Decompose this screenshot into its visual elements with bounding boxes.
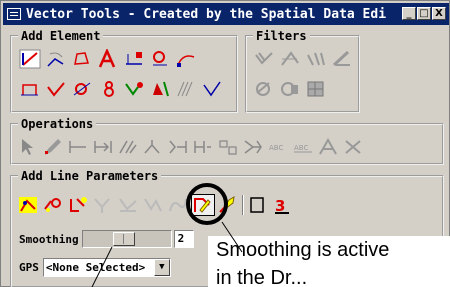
filters-label: Filters: [256, 29, 307, 43]
filter-lines-icon[interactable]: [253, 49, 275, 69]
filter-angle-icon[interactable]: [279, 49, 301, 69]
add-element-row1: [19, 49, 197, 69]
smoothing-slider-thumb[interactable]: [112, 232, 135, 246]
trim-icon[interactable]: [117, 137, 139, 157]
node-icon[interactable]: [317, 137, 339, 157]
toolbar-separator: [242, 195, 244, 215]
maximize-button[interactable]: □: [417, 7, 431, 20]
filters-row2: [253, 79, 327, 99]
hatch-icon[interactable]: [175, 79, 197, 99]
close-button[interactable]: X: [432, 7, 446, 20]
smooth-edit-icon[interactable]: [191, 194, 215, 216]
pencil-icon[interactable]: [42, 137, 64, 157]
line-arc-icon[interactable]: [45, 49, 67, 69]
chevron-down-icon[interactable]: ▼: [153, 259, 170, 276]
edit-node-icon[interactable]: [123, 79, 145, 99]
branch-icon[interactable]: [92, 195, 114, 215]
add-element-label: Add Element: [21, 29, 101, 43]
filter-region-icon[interactable]: [279, 79, 301, 99]
curve-icon[interactable]: [45, 79, 67, 99]
callout-line1: Smoothing is active: [216, 239, 390, 261]
add-vertex-icon[interactable]: [149, 49, 171, 69]
select-arrow-icon[interactable]: [17, 137, 39, 157]
add-element-group: Add Element: [10, 29, 238, 113]
operations-label: Operations: [21, 117, 94, 131]
smoothing-row: Smoothing 2: [19, 230, 194, 248]
smooth-icon[interactable]: [167, 195, 189, 215]
polygon-icon[interactable]: [71, 49, 93, 69]
region-icon[interactable]: [97, 79, 119, 99]
split-icon[interactable]: [67, 137, 89, 157]
smoothing-slider[interactable]: [81, 230, 172, 248]
add-node-icon[interactable]: [123, 49, 145, 69]
text-label-icon[interactable]: [97, 49, 119, 69]
smoothing-label: Smoothing: [19, 232, 79, 246]
gps-label: GPS: [19, 261, 39, 274]
svg-text:ABC: ABC: [294, 144, 308, 152]
filter-grid-icon[interactable]: [305, 79, 327, 99]
title-bar[interactable]: Vector Tools - Created by the Spatial Da…: [3, 3, 449, 25]
snap-icon[interactable]: [167, 137, 189, 157]
follow-icon[interactable]: [117, 195, 139, 215]
gps-select[interactable]: <None Selected> ▼: [42, 258, 171, 277]
system-menu-icon[interactable]: [7, 8, 21, 20]
label-icon[interactable]: ABC: [292, 137, 314, 157]
line-red-icon[interactable]: [19, 49, 41, 69]
stream-icon[interactable]: [17, 195, 39, 215]
gps-row: GPS <None Selected> ▼: [19, 258, 171, 277]
spline-icon[interactable]: [175, 49, 197, 69]
satellite-icon[interactable]: 3: [272, 195, 294, 215]
pen-icon[interactable]: [149, 79, 171, 99]
filter-points-icon[interactable]: [305, 49, 327, 69]
operations-row: ABC ABC: [17, 137, 364, 157]
join-icon[interactable]: [92, 137, 114, 157]
filter-edit-icon[interactable]: [331, 49, 353, 69]
curve-fit-icon[interactable]: ABC: [267, 137, 289, 157]
add-element-row2: [19, 79, 223, 99]
add-line-parameters-row: 3: [17, 194, 294, 216]
filters-group: Filters: [245, 29, 360, 113]
auto-close-icon[interactable]: [67, 195, 89, 215]
extend-icon[interactable]: [142, 137, 164, 157]
merge-icon[interactable]: [242, 137, 264, 157]
check-icon[interactable]: [201, 79, 223, 99]
gps-icon[interactable]: [247, 195, 269, 215]
svg-text:ABC: ABC: [269, 144, 283, 152]
window-title: Vector Tools - Created by the Spatial Da…: [26, 6, 386, 22]
gps-selected-value: <None Selected>: [45, 261, 146, 274]
filter-polygon-icon[interactable]: [253, 79, 275, 99]
polyline-icon[interactable]: [71, 79, 93, 99]
annotation-callout: Smoothing is active in the Dr...: [208, 236, 450, 287]
smoothing-value[interactable]: 2: [173, 230, 194, 248]
erase-icon[interactable]: [342, 137, 364, 157]
closed-line-icon[interactable]: [19, 79, 41, 99]
rubber-band-icon[interactable]: [42, 195, 64, 215]
reshape-icon[interactable]: [217, 137, 239, 157]
filters-row1: [253, 49, 353, 69]
polygon-outline-icon[interactable]: [217, 195, 239, 215]
add-line-parameters-label: Add Line Parameters: [21, 169, 159, 183]
stretch-icon[interactable]: [192, 137, 214, 157]
minimize-button[interactable]: _: [402, 7, 416, 20]
callout-line2: in the Dr...: [216, 267, 308, 287]
trace-icon[interactable]: [142, 195, 164, 215]
